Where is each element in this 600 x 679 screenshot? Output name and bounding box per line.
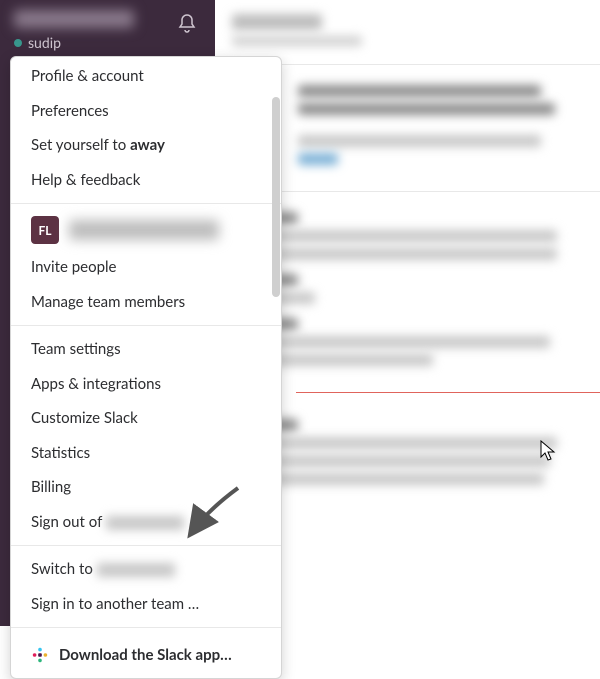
menu-sign-out[interactable]: Sign out of xyxy=(11,505,281,540)
menu-profile[interactable]: Profile & account xyxy=(11,57,281,94)
menu-help-label: Help & feedback xyxy=(31,171,140,189)
menu-sign-out-prefix: Sign out of xyxy=(31,513,106,531)
menu-preferences[interactable]: Preferences xyxy=(11,94,281,129)
team-menu: Profile & account Preferences Set yourse… xyxy=(10,56,282,679)
team-avatar: FL xyxy=(31,216,59,244)
team-avatar-initials: FL xyxy=(38,223,51,238)
menu-divider xyxy=(11,325,281,326)
menu-team-row[interactable]: FL xyxy=(11,210,281,250)
menu-invite-label: Invite people xyxy=(31,258,116,276)
sidebar-header[interactable]: sudip xyxy=(0,0,215,55)
menu-statistics-label: Statistics xyxy=(31,444,90,462)
menu-set-away-bold: away xyxy=(130,136,165,154)
menu-profile-label: Profile & account xyxy=(31,67,144,85)
menu-help[interactable]: Help & feedback xyxy=(11,163,281,198)
menu-invite[interactable]: Invite people xyxy=(11,250,281,285)
channel-subtitle xyxy=(232,36,362,46)
message-block xyxy=(232,192,584,386)
workspace-name xyxy=(14,10,134,28)
menu-team-settings-label: Team settings xyxy=(31,340,121,358)
menu-billing[interactable]: Billing xyxy=(11,470,281,505)
menu-customize-label: Customize Slack xyxy=(31,409,138,427)
presence-dot-icon xyxy=(14,39,22,47)
menu-billing-label: Billing xyxy=(31,478,71,496)
menu-download-label: Download the Slack app… xyxy=(59,646,232,664)
username: sudip xyxy=(28,34,61,51)
menu-preferences-label: Preferences xyxy=(31,102,109,120)
current-user: sudip xyxy=(14,34,203,51)
menu-switch-to-team xyxy=(97,563,175,577)
menu-switch-to[interactable]: Switch to xyxy=(11,552,281,587)
channel-header[interactable] xyxy=(232,10,584,58)
menu-download-app[interactable]: Download the Slack app… xyxy=(11,634,281,674)
menu-divider xyxy=(11,545,281,546)
menu-divider xyxy=(11,203,281,204)
menu-switch-to-prefix: Switch to xyxy=(31,560,97,578)
team-name xyxy=(69,220,219,240)
mouse-cursor-icon xyxy=(540,440,558,462)
menu-divider xyxy=(11,627,281,628)
menu-customize[interactable]: Customize Slack xyxy=(11,401,281,436)
message-block xyxy=(232,65,584,185)
menu-sign-in-another-label: Sign in to another team … xyxy=(31,595,199,613)
menu-sign-in-another[interactable]: Sign in to another team … xyxy=(11,587,281,622)
bell-icon[interactable] xyxy=(175,12,199,36)
menu-set-away-prefix: Set yourself to xyxy=(31,136,130,154)
menu-manage-members[interactable]: Manage team members xyxy=(11,285,281,320)
menu-apps-label: Apps & integrations xyxy=(31,375,161,393)
message-block xyxy=(232,399,584,505)
menu-apps[interactable]: Apps & integrations xyxy=(11,367,281,402)
menu-statistics[interactable]: Statistics xyxy=(11,436,281,471)
new-messages-divider xyxy=(296,392,600,393)
menu-sign-out-team xyxy=(106,516,184,530)
menu-team-settings[interactable]: Team settings xyxy=(11,332,281,367)
slack-icon xyxy=(31,646,49,664)
menu-set-away[interactable]: Set yourself to away xyxy=(11,128,281,163)
channel-title xyxy=(232,14,322,30)
menu-scrollbar[interactable] xyxy=(272,97,280,297)
menu-manage-members-label: Manage team members xyxy=(31,293,185,311)
